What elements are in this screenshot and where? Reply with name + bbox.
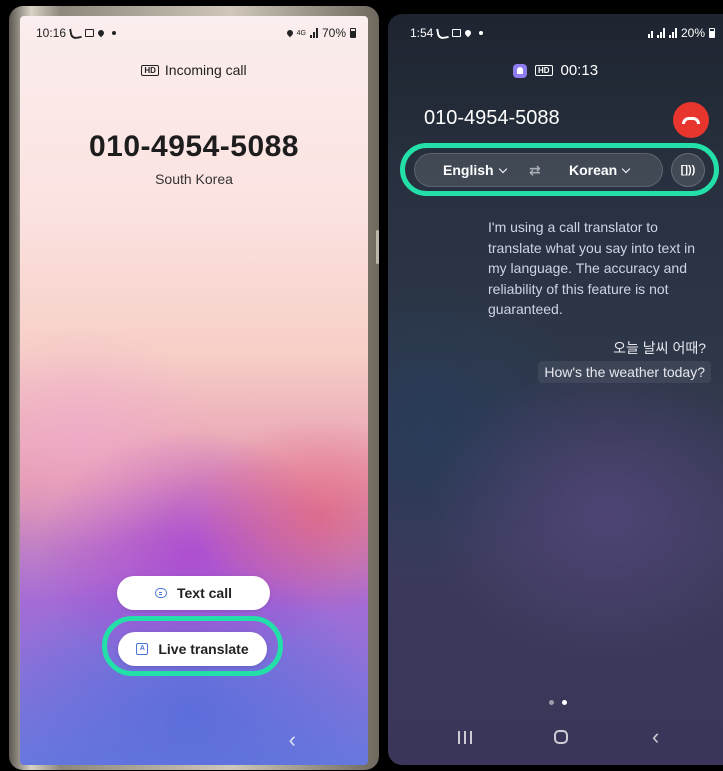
status-bar: 1:54 20%	[388, 22, 723, 44]
language-selector-bar: English ⇄ Korean	[414, 153, 663, 187]
live-translate-button[interactable]: A Live translate	[118, 632, 267, 666]
location-icon	[96, 28, 106, 38]
speaker-icon: []))	[680, 164, 696, 176]
battery-percent: 70%	[321, 26, 346, 40]
navigation-bar: ‹	[388, 724, 723, 751]
text-call-label: Text call	[177, 585, 232, 601]
page-indicator	[549, 700, 567, 705]
incoming-call-screen: 10:16 4G 70% HD Incoming call 010-4954-5…	[20, 16, 368, 765]
caller-country: South Korea	[155, 171, 233, 187]
signal-icon-2	[668, 28, 677, 38]
back-nav-icon[interactable]: ‹	[652, 724, 659, 750]
live-translate-label: Live translate	[158, 641, 249, 657]
page-dot[interactable]	[549, 700, 554, 705]
incoming-call-label: HD Incoming call	[20, 62, 368, 78]
speak-aloud-button[interactable]: []))	[671, 153, 705, 187]
status-bar: 10:16 4G 70%	[20, 22, 368, 44]
wifi-icon	[647, 28, 653, 38]
status-time: 10:16	[36, 26, 67, 40]
notification-dot-icon	[112, 31, 117, 35]
notification-dot-icon	[479, 31, 484, 35]
live-translate-call-screen: 1:54 20% HD 00:13 010-4954-5088 English …	[388, 14, 723, 765]
status-time: 1:54	[410, 26, 434, 40]
hd-voice-icon: HD	[141, 64, 159, 76]
hd-voice-icon: HD	[534, 65, 553, 76]
battery-percent: 20%	[680, 26, 705, 40]
location-icon	[285, 28, 294, 38]
signal-icon	[309, 28, 318, 38]
recent-apps-icon[interactable]	[458, 731, 472, 744]
back-nav-icon[interactable]: ‹	[289, 727, 296, 753]
gallery-icon	[452, 29, 462, 37]
target-language-dropdown[interactable]: Korean	[569, 162, 631, 178]
battery-icon	[350, 28, 356, 38]
incoming-call-text: Incoming call	[164, 62, 247, 78]
chat-bubble-icon	[155, 588, 167, 598]
call-timer: 00:13	[560, 62, 599, 79]
side-button	[376, 230, 379, 264]
gallery-icon	[85, 29, 95, 37]
call-icon	[69, 26, 82, 40]
call-icon	[436, 26, 450, 40]
source-language-label: English	[443, 162, 494, 178]
translate-icon: A	[136, 643, 149, 655]
page-dot-active[interactable]	[562, 700, 567, 705]
swap-languages-icon[interactable]: ⇄	[529, 162, 541, 179]
original-message: 오늘 날씨 어때?	[613, 340, 706, 356]
text-call-button[interactable]: Text call	[117, 576, 270, 610]
network-label: 4G	[296, 29, 306, 37]
chevron-down-icon	[498, 164, 507, 173]
translator-app-icon	[512, 63, 527, 78]
home-icon[interactable]	[554, 730, 568, 744]
chevron-down-icon	[621, 164, 631, 173]
caller-number: 010-4954-5088	[88, 130, 299, 163]
translated-message: How's the weather today?	[538, 361, 711, 383]
call-timer-row: HD 00:13	[388, 62, 723, 79]
hang-up-icon	[682, 116, 700, 124]
location-icon	[464, 28, 473, 38]
end-call-button[interactable]	[673, 102, 709, 138]
target-language-label: Korean	[569, 162, 618, 178]
battery-icon	[709, 28, 715, 38]
source-language-dropdown[interactable]: English	[443, 162, 507, 178]
signal-icon	[656, 28, 665, 38]
caller-number: 010-4954-5088	[424, 107, 560, 129]
translator-notice: I'm using a call translator to translate…	[488, 219, 695, 317]
